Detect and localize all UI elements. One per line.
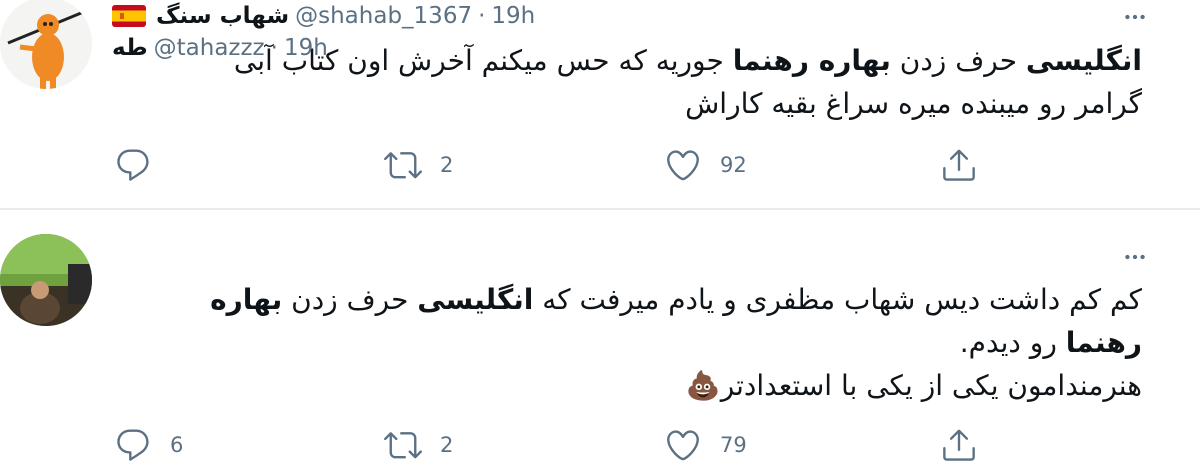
tweet-text: کم کم داشت دیس شهاب مظفری و یادم میرفت ک… [102, 278, 1142, 407]
retweet-button[interactable]: 2 [384, 145, 453, 185]
like-count: 79 [720, 433, 747, 457]
separator-dot: · [270, 35, 278, 61]
retweet-icon [384, 432, 422, 459]
like-icon [667, 430, 699, 461]
reply-count: 6 [170, 433, 184, 457]
like-button[interactable]: 79 [664, 425, 747, 465]
tweet-text-segment: گرامر رو میبنده میره سراغ بقیه کاراش [685, 87, 1142, 120]
tweet-text-line: کم کم داشت دیس شهاب مظفری و یادم میرفت ک… [102, 278, 1142, 321]
tweet[interactable]: طه @tahazzz · 19h کم کم داشت دیس شهاب مظ… [0, 35, 1200, 475]
reply-icon [117, 149, 149, 181]
like-count: 92 [720, 153, 747, 177]
more-options-button[interactable] [1118, 0, 1152, 34]
tweet-actions: 6 2 79 [0, 425, 1200, 465]
more-icon [1125, 14, 1145, 20]
tweet-text-bold[interactable]: انگلیسی [1026, 44, 1142, 77]
avatar-image [0, 234, 92, 326]
retweet-count: 2 [440, 153, 454, 177]
timestamp[interactable]: 19h [284, 35, 328, 61]
separator-dot: · [478, 3, 486, 29]
tweet-text-segment: حرف زدن [282, 283, 418, 316]
tweet-header: طه @tahazzz · 19h [112, 30, 328, 66]
tweet-text-bold[interactable]: بهاره رهنما [733, 44, 891, 77]
reply-icon [117, 429, 149, 461]
tweet-text-line: گرامر رو میبنده میره سراغ بقیه کاراش [102, 82, 1142, 125]
tweet-text-bold[interactable]: انگلیسی [417, 283, 533, 316]
timestamp[interactable]: 19h [491, 3, 535, 29]
like-icon [667, 150, 699, 181]
tweet-text-line: رهنما رو دیدم. [102, 321, 1142, 364]
reply-button[interactable]: 6 [114, 425, 183, 465]
retweet-button[interactable]: 2 [384, 425, 453, 465]
avatar[interactable] [0, 0, 92, 89]
tweet-text-bold[interactable]: رهنما [1066, 326, 1142, 359]
display-name[interactable]: طه [112, 35, 148, 61]
tweet-text-segment: رو دیدم. [959, 326, 1066, 359]
like-button[interactable]: 92 [664, 145, 747, 185]
retweet-count: 2 [440, 433, 454, 457]
reply-button[interactable] [114, 145, 170, 185]
avatar[interactable] [0, 234, 92, 326]
share-icon [943, 429, 975, 461]
share-button[interactable] [940, 425, 978, 465]
tweet-actions: 2 92 [0, 145, 1200, 185]
spain-flag-icon [112, 5, 146, 27]
tweet-text-segment: حرف زدن [890, 44, 1026, 77]
more-icon [1125, 254, 1145, 260]
avatar-image [0, 0, 92, 89]
tweet-text-bold[interactable]: بهاره [210, 283, 282, 316]
share-icon [943, 149, 975, 181]
tweet-text-line: هنرمندامون یکی از یکی با استعدادتر💩 [102, 364, 1142, 407]
display-name[interactable]: شهاب سنگ [156, 3, 289, 29]
tweet-text-segment: هنرمندامون یکی از یکی با استعدادتر [720, 369, 1142, 402]
share-button[interactable] [940, 145, 978, 185]
poop-emoji: 💩 [685, 369, 721, 402]
user-handle[interactable]: @tahazzz [154, 35, 265, 61]
retweet-icon [384, 152, 422, 179]
tweet-header: شهاب سنگ @shahab_1367 · 19h [112, 0, 535, 34]
more-options-button[interactable] [1118, 240, 1152, 274]
tweet-text-segment: کم کم داشت دیس شهاب مظفری و یادم میرفت ک… [533, 283, 1142, 316]
user-handle[interactable]: @shahab_1367 [295, 3, 472, 29]
